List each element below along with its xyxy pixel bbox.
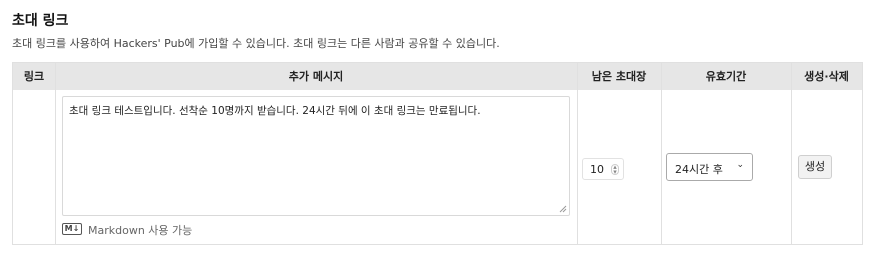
table-header: 링크 추가 메시지 남은 초대장 유효기간 생성·삭제 xyxy=(13,63,862,90)
remaining-invites-value: 10 xyxy=(590,163,604,176)
remaining-invites-input[interactable]: 10 ▴ ▾ xyxy=(582,158,624,180)
section-title: 초대 링크 xyxy=(12,13,69,29)
column-divider xyxy=(791,63,792,244)
invite-links-section: 초대 링크 초대 링크를 사용하여 Hackers' Pub에 가입할 수 있습… xyxy=(0,0,883,261)
header-actions: 생성·삭제 xyxy=(804,70,849,83)
chevron-down-icon: ⌄ xyxy=(736,160,744,170)
message-textarea[interactable]: 초대 링크 테스트입니다. 선착순 10명까지 받습니다. 24시간 뒤에 이 … xyxy=(62,96,570,216)
header-link: 링크 xyxy=(23,70,45,83)
number-spinner-icon[interactable]: ▴ ▾ xyxy=(611,164,619,176)
message-text: 초대 링크 테스트입니다. 선착순 10명까지 받습니다. 24시간 뒤에 이 … xyxy=(69,105,481,117)
expiry-selected: 24시간 후 xyxy=(675,163,723,176)
header-remaining: 남은 초대장 xyxy=(591,70,647,83)
create-button[interactable]: 생성 xyxy=(798,155,832,179)
markdown-icon: M↓ xyxy=(62,223,82,235)
column-divider xyxy=(661,63,662,244)
section-description: 초대 링크를 사용하여 Hackers' Pub에 가입할 수 있습니다. 초대… xyxy=(12,37,500,50)
expiry-select[interactable]: 24시간 후 ⌄ xyxy=(666,153,753,181)
column-divider xyxy=(577,63,578,244)
header-expiry: 유효기간 xyxy=(705,70,747,83)
markdown-hint: Markdown 사용 가능 xyxy=(88,224,193,237)
column-divider xyxy=(55,63,56,244)
invite-links-table: 링크 추가 메시지 남은 초대장 유효기간 생성·삭제 초대 링크 테스트입니다… xyxy=(12,62,863,245)
resize-handle-icon[interactable] xyxy=(559,205,567,213)
header-message: 추가 메시지 xyxy=(288,70,344,83)
